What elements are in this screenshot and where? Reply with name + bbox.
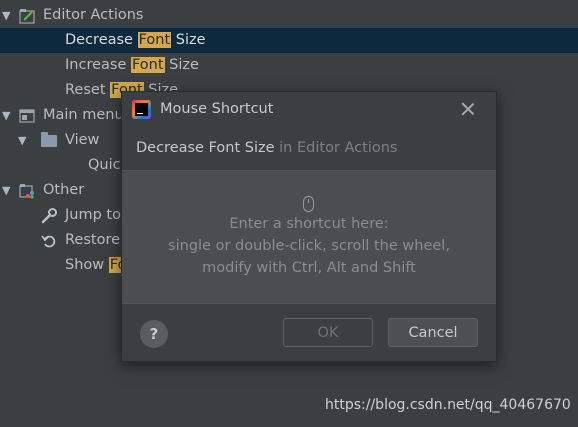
app-logo-icon	[132, 100, 151, 119]
expand-arrow-icon[interactable]: ▼	[2, 103, 10, 128]
action-name: Decrease Font Size	[136, 140, 275, 156]
close-icon[interactable]	[458, 99, 478, 119]
search-highlight: Font	[130, 57, 165, 73]
watermark: https://blog.csdn.net/qq_40467670	[325, 397, 571, 413]
editor-actions-icon	[19, 8, 35, 24]
menu-icon	[19, 108, 35, 123]
tree-node-label: Show Fo	[65, 257, 128, 273]
hint-line-3: modify with Ctrl, Alt and Shift	[202, 260, 416, 276]
hint-line-1: Enter a shortcut here:	[229, 216, 389, 232]
tree-node-label: Main menu	[43, 107, 124, 123]
mouse-icon	[303, 196, 314, 212]
shortcut-input-area[interactable]: Enter a shortcut here: single or double-…	[122, 170, 496, 304]
mouse-shortcut-dialog: Mouse Shortcut Decrease Font Size in Edi…	[121, 91, 497, 362]
hint-line-2: single or double-click, scroll the wheel…	[168, 238, 450, 254]
dialog-header[interactable]: Mouse Shortcut	[122, 92, 496, 127]
help-button[interactable]: ?	[140, 320, 168, 348]
tree-node-label: Jump to	[65, 207, 121, 223]
tree-node-editor-actions[interactable]: ▼ Editor Actions	[0, 3, 578, 28]
tree-node-label: Increase Font Size	[65, 57, 199, 73]
tree-node-label: Quic	[88, 157, 121, 173]
tree-node-label: Restore	[65, 232, 121, 248]
tree-node-label: Editor Actions	[43, 7, 144, 23]
action-context: in Editor Actions	[274, 140, 398, 156]
undo-icon	[41, 233, 57, 248]
search-highlight: Font	[137, 32, 172, 48]
tree-node-label: Decrease Font Size	[65, 32, 206, 48]
tree-node-label: Other	[43, 182, 85, 198]
expand-arrow-icon[interactable]: ▼	[2, 3, 10, 28]
other-icon	[19, 183, 35, 199]
dialog-title: Mouse Shortcut	[160, 101, 274, 117]
wrench-icon	[41, 208, 57, 224]
tree-node-decrease-font-size[interactable]: Decrease Font Size	[0, 28, 578, 53]
cancel-button[interactable]: Cancel	[388, 318, 478, 347]
action-description: Decrease Font Size in Editor Actions	[136, 140, 397, 156]
tree-node-label: View	[65, 132, 100, 148]
tree-node-increase-font-size[interactable]: Increase Font Size	[0, 53, 578, 78]
expand-arrow-icon[interactable]: ▼	[2, 178, 10, 203]
folder-icon	[41, 132, 57, 148]
ok-button[interactable]: OK	[283, 318, 373, 347]
expand-arrow-icon[interactable]: ▼	[18, 128, 26, 153]
